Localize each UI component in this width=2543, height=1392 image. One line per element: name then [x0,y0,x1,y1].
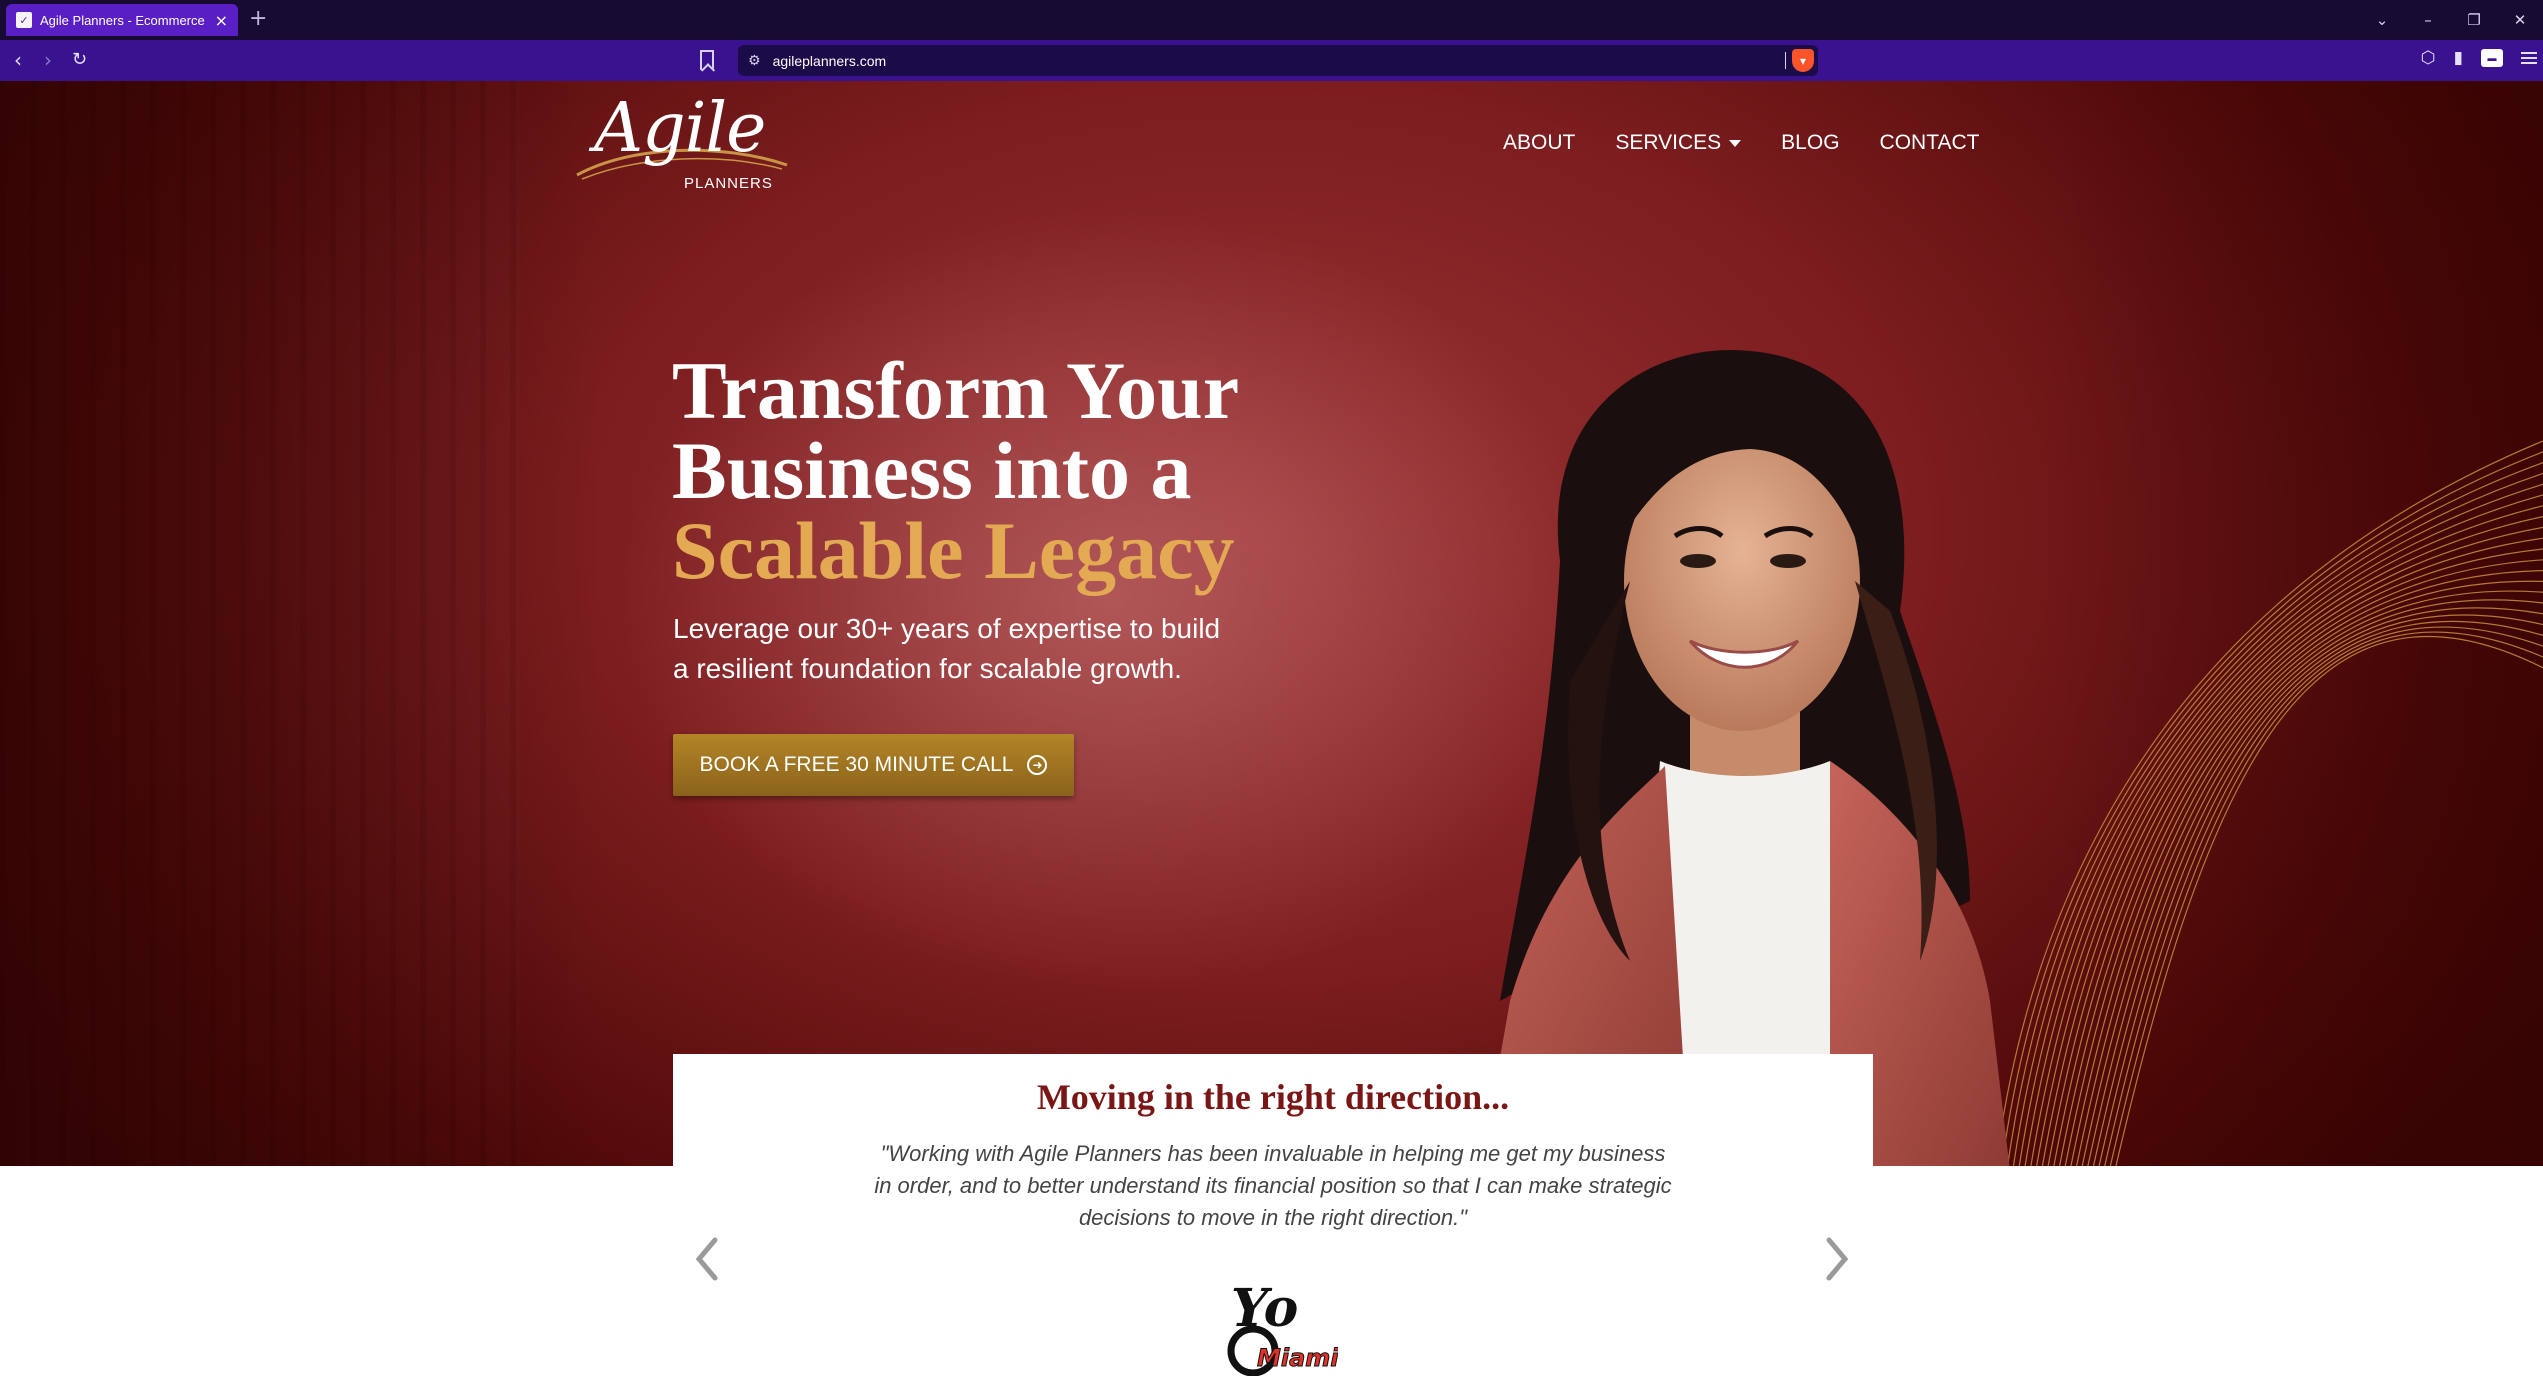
new-tab-button[interactable]: + [249,6,267,31]
wallet-icon[interactable]: ▬ [2481,49,2503,67]
brave-shield-icon[interactable]: ▾ [1792,49,1814,72]
gold-wave-line [2030,505,2543,1166]
client-logo-main-text: Yo [1231,1278,1298,1339]
address-toolbar: ‹ › ↻ ⚙ agileplanners.com ▾ ⬡ ▮ ▬ [0,40,2543,81]
sidebar-icon[interactable]: ▮ [2454,48,2463,68]
gold-wave-line [2024,494,2543,1166]
browser-tab-active[interactable]: ✓ Agile Planners - Ecommerce B × [6,4,238,36]
hero-headline: Transform Your Business into a Scalable … [672,345,1392,596]
nav-services-label: SERVICES [1615,131,1722,154]
gold-wave-line [2092,614,2543,1166]
browser-tab-strip: ✓ Agile Planners - Ecommerce B × + ⌄ – ❐… [0,0,2543,40]
url-text[interactable]: agileplanners.com [773,53,887,69]
testimonial-quote: "Working with Agile Planners has been in… [874,1141,1672,1230]
gold-wave-line [2047,537,2543,1166]
hero-section: Agile PLANNERS ABOUT SERVICES BLOG CONTA… [0,81,2543,1166]
book-call-label: BOOK A FREE 30 MINUTE CALL [699,753,1014,776]
gold-wave-line [2104,626,2543,1166]
main-nav: ABOUT SERVICES BLOG CONTACT [1503,131,1979,155]
menu-icon[interactable] [2521,52,2537,64]
hero-subtext: Leverage our 30+ years of expertise to b… [673,609,1233,689]
site-settings-icon[interactable]: ⚙ [748,53,761,69]
url-divider [1785,52,1786,69]
client-logo-sub-text: Miami [1257,1344,1338,1372]
tab-title: Agile Planners - Ecommerce B [40,12,207,28]
hero-subtext-line-1: Leverage our 30+ years of expertise to b… [673,613,1221,644]
window-controls: ⌄ – ❐ ✕ [2359,0,2543,40]
headline-line-1: Transform Your [672,345,1240,436]
close-icon[interactable]: × [215,11,228,30]
gold-wave-line [2109,631,2543,1166]
chevron-right-icon[interactable] [1823,1234,1851,1284]
gold-wave-line [2087,607,2543,1166]
site-logo[interactable]: Agile PLANNERS [572,89,792,195]
logo-script-text: Agile [594,89,766,168]
reload-icon[interactable]: ↻ [72,48,87,72]
minimize-icon[interactable]: – [2405,11,2451,29]
nav-about[interactable]: ABOUT [1503,131,1575,155]
logo-subtitle: PLANNERS [684,175,773,192]
favicon-icon: ✓ [16,12,32,28]
browser-tools: ⬡ ▮ ▬ [2421,48,2537,68]
caret-down-icon [1729,139,1742,147]
restore-icon[interactable]: ❐ [2451,11,2497,29]
chevron-left-icon[interactable] [693,1234,721,1284]
back-icon[interactable]: ‹ [14,48,22,72]
arrow-circle-right-icon: ➜ [1027,755,1048,775]
headline-highlight: Scalable Legacy [672,505,1235,596]
bookmark-icon[interactable] [700,50,714,70]
gold-wave-line [2098,620,2543,1166]
nav-blog[interactable]: BLOG [1781,131,1839,155]
url-bar[interactable]: ⚙ agileplanners.com ▾ [738,45,1818,76]
hero-subtext-line-2: a resilient foundation for scalable grow… [673,653,1182,684]
gold-wave-line [2053,548,2543,1166]
testimonial-title: Moving in the right direction... [1036,1077,1510,1117]
tab-search-chevron-down-icon[interactable]: ⌄ [2359,11,2405,29]
testimonial-card: Moving in the right direction... "Workin… [673,1054,1873,1392]
gold-wave-line [2070,580,2543,1166]
book-call-button[interactable]: BOOK A FREE 30 MINUTE CALL ➜ [673,734,1074,796]
window-close-icon[interactable]: ✕ [2497,11,2543,29]
headline-line-2: Business into a [672,425,1192,516]
forward-icon[interactable]: › [44,48,52,72]
nav-contact[interactable]: CONTACT [1880,131,1980,155]
nav-services[interactable]: SERVICES [1615,131,1742,155]
client-logo-yo-miami: Yo Miami [1227,1278,1338,1376]
hero-portrait-image [1480,349,2010,1166]
gold-wave-line [2115,636,2543,1166]
extensions-icon[interactable]: ⬡ [2421,48,2436,68]
